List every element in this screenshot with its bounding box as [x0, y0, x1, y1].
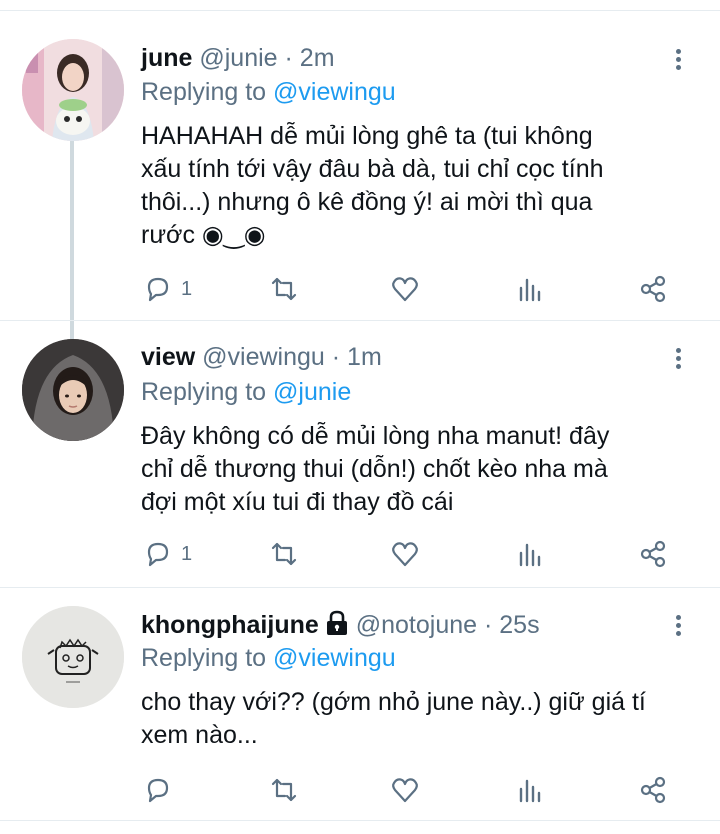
mention-link[interactable]: @viewingu — [273, 644, 396, 672]
share-icon — [640, 275, 666, 303]
tweet-text: HAHAHAH dễ mủi lòng ghê ta (tui không xấ… — [141, 120, 681, 252]
replying-to: Replying to @junie — [141, 378, 351, 407]
retweet-icon — [271, 277, 297, 301]
retweet-icon — [271, 542, 297, 566]
reply-icon — [147, 277, 169, 302]
reply-button[interactable] — [143, 772, 181, 808]
like-button[interactable] — [390, 772, 420, 808]
separator-dot: · — [484, 611, 493, 639]
more-icon[interactable] — [672, 345, 684, 373]
tweet-text-line: chỉ dễ thương thui (dỗn!) chốt kèo nha m… — [141, 455, 608, 483]
like-button[interactable] — [390, 536, 420, 572]
tweet-text-line: rước ◉‿◉ — [141, 221, 266, 249]
analytics-button[interactable] — [515, 536, 545, 572]
tweet-text-line: đợi một xíu tui đi thay đồ cái — [141, 488, 454, 516]
tweet-2[interactable]: view @viewingu · 1m Replying to @junie Đ… — [0, 320, 720, 581]
tweet-text-line: xấu tính tới vậy đâu bà dà, tui chỉ cọc … — [141, 155, 604, 183]
tweet-header: view @viewingu · 1m — [141, 343, 382, 372]
lock-icon — [326, 610, 347, 635]
separator-dot: · — [331, 343, 341, 371]
analytics-icon — [519, 278, 541, 302]
tweet-text-line: cho thay với?? (gớm nhỏ june này..) giữ … — [141, 688, 646, 716]
replying-label: Replying to — [141, 644, 267, 672]
reply-button[interactable]: 1 — [143, 536, 192, 572]
replying-to: Replying to @viewingu — [141, 78, 396, 107]
tweet-3[interactable]: khongphaijune @notojune · 25s Replying t… — [0, 587, 720, 820]
share-button[interactable] — [638, 271, 668, 307]
retweet-button[interactable] — [269, 271, 299, 307]
reply-count: 1 — [181, 542, 193, 565]
avatar-view[interactable] — [22, 339, 124, 441]
top-divider — [0, 0, 720, 11]
like-icon — [392, 277, 418, 302]
analytics-icon — [519, 779, 541, 803]
retweet-button[interactable] — [269, 536, 299, 572]
analytics-button[interactable] — [515, 772, 545, 808]
tweet-text-line: thôi...) nhưng ô kê đồng ý! ai mời thì q… — [141, 188, 593, 216]
mention-link[interactable]: @junie — [273, 378, 351, 406]
reply-count: 1 — [181, 277, 193, 300]
replying-label: Replying to — [141, 378, 267, 406]
timestamp[interactable]: 2m — [300, 44, 335, 72]
reply-icon — [147, 778, 169, 803]
reply-button[interactable]: 1 — [143, 271, 192, 307]
share-button[interactable] — [638, 772, 668, 808]
separator-dot: · — [284, 44, 293, 72]
share-icon — [640, 776, 666, 804]
tweet-header: june @junie · 2m — [141, 44, 335, 73]
user-handle[interactable]: @junie — [199, 44, 277, 72]
retweet-icon — [271, 778, 297, 802]
tweet-text-line: xem nào... — [141, 721, 258, 749]
display-name[interactable]: june — [141, 44, 192, 72]
share-button[interactable] — [638, 536, 668, 572]
tweet-actions — [141, 772, 701, 808]
reply-icon — [147, 542, 169, 567]
like-button[interactable] — [390, 271, 420, 307]
bottom-divider — [0, 820, 720, 834]
share-icon — [640, 540, 666, 568]
mention-link[interactable]: @viewingu — [273, 78, 396, 106]
more-icon[interactable] — [672, 46, 684, 74]
display-name[interactable]: view — [141, 343, 195, 371]
user-handle[interactable]: @notojune — [356, 611, 477, 639]
tweet-text-line: HAHAHAH dễ mủi lòng ghê ta (tui không — [141, 122, 593, 150]
like-icon — [392, 778, 418, 803]
avatar-khongphaijune[interactable] — [22, 606, 124, 708]
timestamp[interactable]: 25s — [499, 611, 539, 639]
timestamp[interactable]: 1m — [347, 343, 382, 371]
more-icon[interactable] — [672, 612, 684, 640]
tweet-text: cho thay với?? (gớm nhỏ june này..) giữ … — [141, 686, 681, 752]
tweet-text-line: Đây không có dễ mủi lòng nha manut! đây — [141, 422, 610, 450]
tweet-actions: 1 — [141, 536, 701, 572]
user-handle[interactable]: @viewingu — [202, 343, 325, 371]
analytics-button[interactable] — [515, 271, 545, 307]
tweet-1[interactable]: june @junie · 2m Replying to @viewingu H… — [0, 11, 720, 415]
tweet-actions: 1 — [141, 271, 701, 307]
replying-label: Replying to — [141, 78, 267, 106]
display-name[interactable]: khongphaijune — [141, 611, 319, 639]
avatar-june[interactable] — [22, 39, 124, 141]
tweet-header: khongphaijune @notojune · 25s — [141, 610, 540, 640]
replying-to: Replying to @viewingu — [141, 644, 396, 673]
tweet-text: Đây không có dễ mủi lòng nha manut! đây … — [141, 420, 681, 519]
analytics-icon — [519, 543, 541, 567]
retweet-button[interactable] — [269, 772, 299, 808]
like-icon — [392, 542, 418, 567]
